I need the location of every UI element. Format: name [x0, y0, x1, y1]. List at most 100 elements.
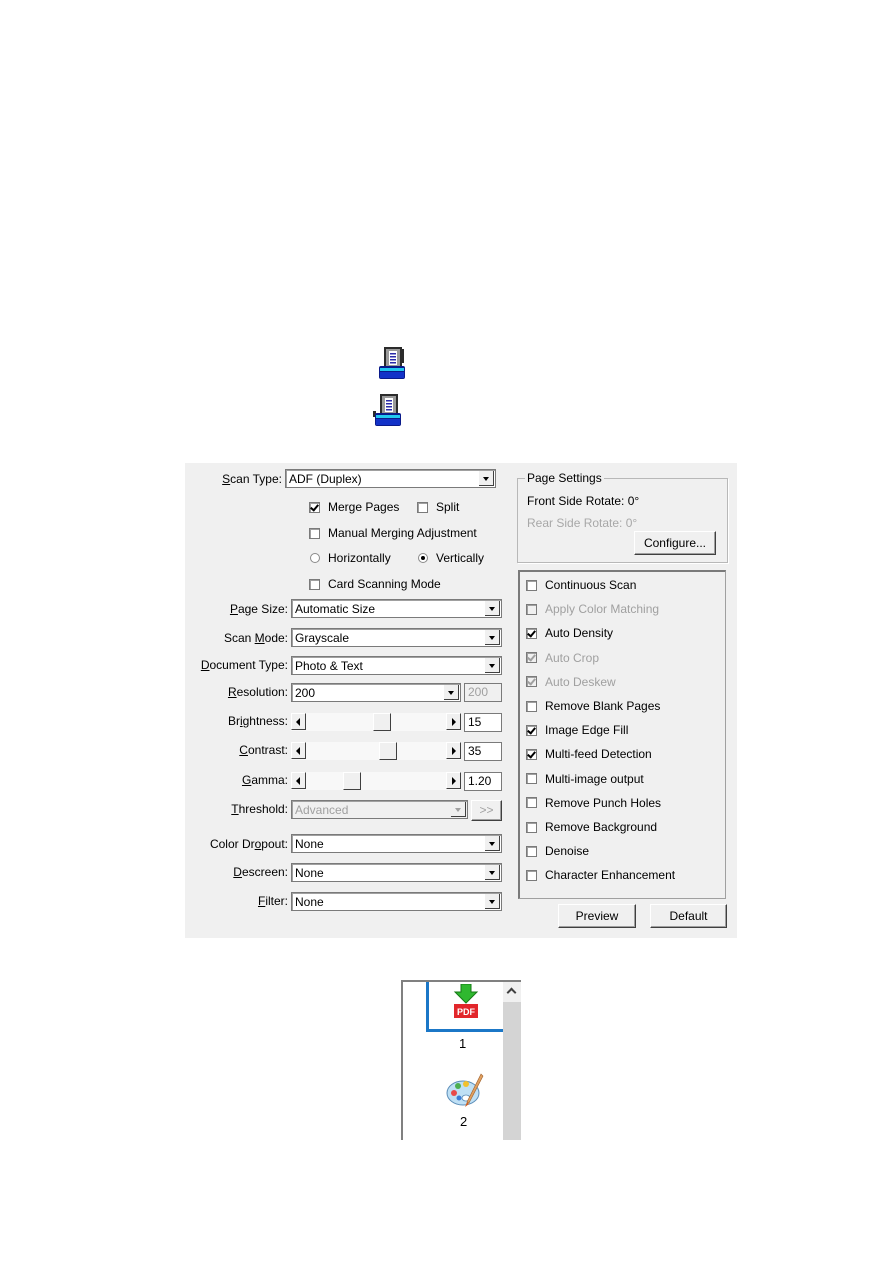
thumbnail-number: 2	[460, 1114, 468, 1129]
chevron-down-icon[interactable]	[485, 865, 500, 880]
chevron-down-icon[interactable]	[485, 601, 500, 616]
scan-settings-panel: Scan Type: ADF (Duplex) Merge Pages Spli…	[185, 463, 737, 938]
option-label: Multi-image output	[545, 771, 644, 786]
checkbox-box[interactable]	[526, 579, 537, 591]
brightness-label: Brightness:	[227, 714, 288, 728]
option-auto-crop-checkbox: Auto Crop	[526, 651, 599, 665]
checkbox-box[interactable]	[526, 797, 537, 809]
chevron-down-icon[interactable]	[485, 630, 500, 645]
slider-right-arrow-icon[interactable]	[446, 713, 461, 730]
front-side-rotate: Front Side Rotate: 0°	[527, 494, 640, 508]
option-remove-background-checkbox[interactable]: Remove Background	[526, 820, 657, 834]
option-character-enhancement-checkbox[interactable]: Character Enhancement	[526, 868, 675, 882]
slider-thumb[interactable]	[373, 713, 392, 731]
chevron-down-icon[interactable]	[485, 836, 500, 851]
chevron-down-icon[interactable]	[485, 658, 500, 673]
slider-left-arrow-icon[interactable]	[291, 713, 306, 730]
option-auto-density-checkbox[interactable]: Auto Density	[526, 626, 613, 640]
chevron-down-icon[interactable]	[479, 471, 494, 486]
gamma-value-field[interactable]: 1.20	[464, 772, 502, 791]
configure-button[interactable]: Configure...	[634, 531, 716, 555]
document-type-select[interactable]: Photo & Text	[291, 656, 502, 675]
option-label: Image Edge Fill	[545, 723, 629, 738]
color-dropout-select[interactable]: None	[291, 834, 502, 853]
threshold-value: Advanced	[295, 803, 349, 817]
option-remove-blank-pages-checkbox[interactable]: Remove Blank Pages	[526, 699, 660, 713]
split-checkbox[interactable]: Split	[417, 500, 459, 514]
checkbox-box[interactable]	[526, 869, 537, 881]
checkbox-box[interactable]	[526, 700, 537, 712]
color-dropout-label: Color Dropout:	[209, 837, 288, 851]
slider-left-arrow-icon[interactable]	[291, 772, 306, 789]
options-list: Continuous Scan Apply Color Matching Auto …	[518, 570, 726, 899]
resolution-custom-field: 200	[464, 683, 502, 702]
contrast-value-field[interactable]: 35	[464, 742, 502, 761]
pdf-download-icon[interactable]: PDF	[451, 983, 481, 1023]
vertically-radio[interactable]: Vertically	[418, 551, 484, 565]
scan-mode-value: Grayscale	[295, 631, 350, 645]
thumbnail-pane: PDF 1 2	[401, 980, 521, 1140]
option-label: Auto Deskew	[545, 674, 616, 689]
slider-right-arrow-icon[interactable]	[446, 742, 461, 759]
vertical-scrollbar[interactable]	[503, 982, 521, 1140]
contrast-slider[interactable]	[291, 742, 461, 760]
gamma-slider[interactable]	[291, 772, 461, 790]
descreen-value: None	[295, 866, 324, 880]
option-multi-feed-detection-checkbox[interactable]: Multi-feed Detection	[526, 747, 652, 761]
option-label: Auto Crop	[545, 650, 600, 665]
scanner-icon	[376, 346, 406, 379]
option-multi-image-output-checkbox[interactable]: Multi-image output	[526, 772, 644, 786]
scan-mode-select[interactable]: Grayscale	[291, 628, 502, 647]
scroll-up-icon[interactable]	[503, 982, 521, 1002]
brightness-value-field[interactable]: 15	[464, 713, 502, 732]
option-label: Continuous Scan	[545, 578, 637, 592]
slider-thumb[interactable]	[379, 742, 398, 760]
checkmark-icon[interactable]	[526, 724, 537, 736]
option-remove-punch-holes-checkbox[interactable]: Remove Punch Holes	[526, 796, 661, 810]
horizontally-radio[interactable]: Horizontally	[310, 551, 391, 565]
chevron-down-icon	[451, 802, 466, 817]
slider-right-arrow-icon[interactable]	[446, 772, 461, 789]
chevron-down-icon[interactable]	[485, 894, 500, 909]
checkbox-box[interactable]	[526, 845, 537, 857]
page-settings-title: Page Settings	[525, 471, 604, 485]
checkmark-icon[interactable]	[526, 748, 537, 760]
resolution-select[interactable]: 200	[291, 683, 461, 702]
checkmark-icon	[526, 652, 537, 664]
slider-thumb[interactable]	[342, 772, 361, 790]
scan-type-value: ADF (Duplex)	[289, 472, 362, 486]
descreen-select[interactable]: None	[291, 863, 502, 882]
scan-type-label: Scan Type:	[222, 472, 282, 486]
resolution-value: 200	[295, 686, 316, 700]
checkmark-icon[interactable]	[526, 627, 537, 639]
manual-merging-checkbox[interactable]: Manual Merging Adjustment	[309, 526, 477, 540]
paint-palette-icon[interactable]	[445, 1072, 485, 1111]
checkbox-box[interactable]	[526, 821, 537, 833]
checkmark-icon	[526, 676, 537, 688]
descreen-label: Descreen:	[233, 865, 288, 879]
checkbox-box	[526, 603, 537, 615]
option-label: Remove Background	[545, 820, 658, 834]
page-size-select[interactable]: Automatic Size	[291, 599, 502, 618]
scan-type-select[interactable]: ADF (Duplex)	[285, 469, 496, 488]
filter-value: None	[295, 895, 324, 909]
default-button[interactable]: Default	[650, 904, 727, 928]
card-scanning-checkbox[interactable]: Card Scanning Mode	[309, 577, 441, 591]
option-label: Character Enhancement	[545, 868, 676, 883]
merge-pages-checkbox[interactable]: Merge Pages	[309, 500, 399, 514]
option-label: Denoise	[545, 844, 590, 859]
slider-left-arrow-icon[interactable]	[291, 742, 306, 759]
option-image-edge-fill-checkbox[interactable]: Image Edge Fill	[526, 723, 628, 737]
scanner-icon	[372, 393, 402, 426]
contrast-label: Contrast:	[239, 743, 288, 757]
option-continuous-scan-checkbox[interactable]: Continuous Scan	[526, 578, 636, 592]
brightness-slider[interactable]	[291, 713, 461, 731]
chevron-down-icon[interactable]	[444, 685, 459, 700]
preview-button[interactable]: Preview	[558, 904, 636, 928]
option-denoise-checkbox[interactable]: Denoise	[526, 844, 589, 858]
filter-select[interactable]: None	[291, 892, 502, 911]
option-label: Remove Blank Pages	[545, 699, 661, 713]
option-label: Multi-feed Detection	[545, 747, 652, 762]
color-dropout-value: None	[295, 837, 324, 851]
checkbox-box[interactable]	[526, 773, 537, 785]
